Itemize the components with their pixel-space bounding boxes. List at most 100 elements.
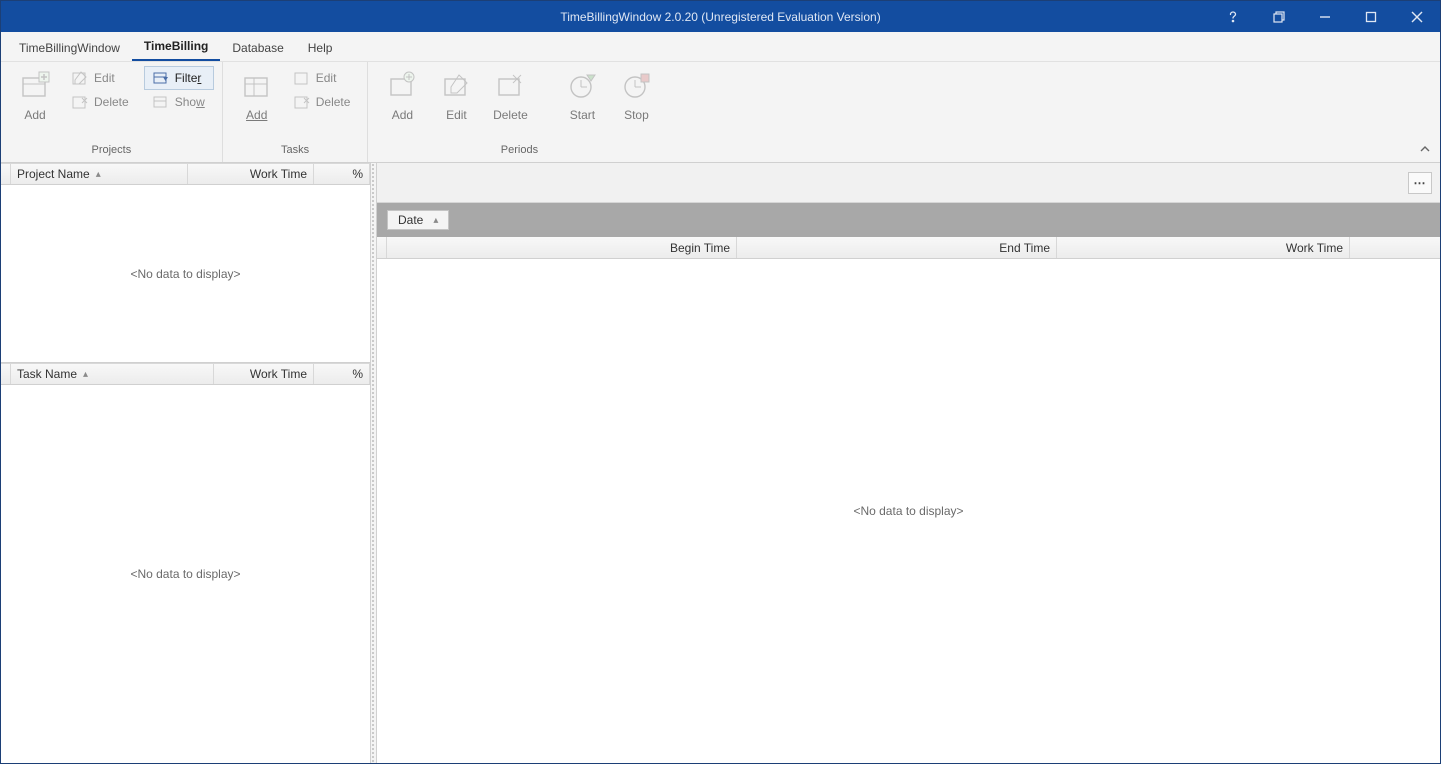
- close-button[interactable]: [1394, 1, 1440, 32]
- start-icon: [566, 70, 598, 102]
- group-chip-date[interactable]: Date ▴: [387, 210, 449, 230]
- periods-stop-label: Stop: [624, 108, 649, 122]
- tasks-add-button[interactable]: Add: [231, 66, 283, 138]
- projects-grid-header: Project Name ▴ Work Time %: [1, 163, 370, 185]
- projects-show-label: Show: [175, 95, 205, 109]
- periods-delete-button[interactable]: Delete: [484, 66, 536, 138]
- tasks-delete-button[interactable]: Delete: [285, 90, 360, 114]
- maximize-button[interactable]: [1348, 1, 1394, 32]
- projects-delete-button[interactable]: Delete: [63, 90, 138, 114]
- stop-icon: [620, 70, 652, 102]
- periods-start-button[interactable]: Start: [556, 66, 608, 138]
- tasks-grid-header: Task Name ▴ Work Time %: [1, 363, 370, 385]
- menu-help[interactable]: Help: [296, 35, 345, 61]
- tasks-add-label: Add: [246, 108, 267, 122]
- periods-edit-button[interactable]: Edit: [430, 66, 482, 138]
- group-chip-label: Date: [398, 213, 423, 227]
- tasks-delete-label: Delete: [316, 95, 351, 109]
- periods-add-button[interactable]: Add: [376, 66, 428, 138]
- sort-asc-icon: ▴: [83, 369, 88, 380]
- add-period-icon: [386, 70, 418, 102]
- projects-empty-text: <No data to display>: [130, 267, 240, 281]
- col-begin-time-label: Begin Time: [670, 241, 730, 255]
- tasks-empty-text: <No data to display>: [130, 567, 240, 581]
- col-project-percent-label: %: [352, 167, 363, 181]
- projects-edit-button[interactable]: Edit: [63, 66, 138, 90]
- ribbon-group-tasks: Add Edit Delete Tasks: [223, 62, 369, 162]
- content-area: Project Name ▴ Work Time % <No data to d…: [1, 163, 1440, 763]
- periods-start-label: Start: [570, 108, 595, 122]
- col-project-name[interactable]: Project Name ▴: [11, 164, 188, 184]
- col-project-worktime[interactable]: Work Time: [188, 164, 314, 184]
- edit-icon: [72, 70, 88, 86]
- col-task-percent[interactable]: %: [314, 364, 370, 384]
- menu-timebilling[interactable]: TimeBilling: [132, 33, 220, 61]
- periods-edit-label: Edit: [446, 108, 467, 122]
- ribbon-group-projects: Add Edit Delete: [1, 62, 223, 162]
- menu-bar: TimeBillingWindow TimeBilling Database H…: [1, 32, 1440, 62]
- projects-edit-label: Edit: [94, 71, 115, 85]
- group-by-band[interactable]: Date ▴: [377, 203, 1440, 237]
- help-button[interactable]: [1210, 1, 1256, 32]
- sort-asc-icon: ▴: [433, 215, 438, 226]
- projects-filter-button[interactable]: Filter: [144, 66, 214, 90]
- tasks-grid-body[interactable]: <No data to display>: [1, 385, 370, 763]
- periods-empty-text: <No data to display>: [853, 504, 963, 518]
- col-end-time[interactable]: End Time: [737, 237, 1057, 258]
- menu-database[interactable]: Database: [220, 35, 295, 61]
- ribbon-group-tasks-title: Tasks: [231, 142, 360, 160]
- delete-icon: [72, 94, 88, 110]
- periods-stop-button[interactable]: Stop: [610, 66, 662, 138]
- add-task-icon: [241, 70, 273, 102]
- periods-grid-header: Begin Time End Time Work Time: [377, 237, 1440, 259]
- add-project-icon: [19, 70, 51, 102]
- projects-show-button[interactable]: Show: [144, 90, 214, 114]
- row-indicator-header: [1, 164, 11, 184]
- col-task-percent-label: %: [352, 367, 363, 381]
- col-task-name[interactable]: Task Name ▴: [11, 364, 214, 384]
- left-pane: Project Name ▴ Work Time % <No data to d…: [1, 163, 371, 763]
- col-spacer: [1350, 237, 1440, 258]
- delete-icon: [294, 94, 310, 110]
- edit-icon: [294, 70, 310, 86]
- col-project-worktime-label: Work Time: [250, 167, 307, 181]
- periods-delete-label: Delete: [493, 108, 528, 122]
- col-end-time-label: End Time: [999, 241, 1050, 255]
- col-task-worktime-label: Work Time: [250, 367, 307, 381]
- menu-timebillingwindow[interactable]: TimeBillingWindow: [7, 35, 132, 61]
- row-indicator-header: [377, 237, 387, 258]
- ribbon-group-periods-title: Periods: [376, 142, 662, 160]
- ribbon-group-periods: Add Edit Delete Start: [368, 62, 670, 162]
- tasks-grid: Task Name ▴ Work Time % <No data to disp…: [1, 363, 370, 763]
- col-task-name-label: Task Name: [17, 367, 77, 381]
- sort-asc-icon: ▴: [96, 169, 101, 180]
- projects-grid-body[interactable]: <No data to display>: [1, 185, 370, 362]
- filter-icon: [153, 70, 169, 86]
- projects-delete-label: Delete: [94, 95, 129, 109]
- tasks-edit-button[interactable]: Edit: [285, 66, 360, 90]
- projects-filter-label: Filter: [175, 71, 202, 85]
- edit-period-icon: [440, 70, 472, 102]
- show-icon: [153, 94, 169, 110]
- col-begin-time[interactable]: Begin Time: [387, 237, 737, 258]
- delete-period-icon: [494, 70, 526, 102]
- col-project-name-label: Project Name: [17, 167, 90, 181]
- projects-add-button[interactable]: Add: [9, 66, 61, 138]
- col-period-worktime[interactable]: Work Time: [1057, 237, 1350, 258]
- minimize-button[interactable]: [1302, 1, 1348, 32]
- title-bar: TimeBillingWindow 2.0.20 (Unregistered E…: [1, 1, 1440, 32]
- ribbon-collapse-button[interactable]: [1416, 140, 1434, 158]
- tasks-edit-label: Edit: [316, 71, 337, 85]
- more-options-button[interactable]: ⋯: [1408, 172, 1432, 194]
- col-project-percent[interactable]: %: [314, 164, 370, 184]
- ellipsis-icon: ⋯: [1414, 176, 1427, 190]
- row-indicator-header: [1, 364, 11, 384]
- periods-grid-body[interactable]: <No data to display>: [377, 259, 1440, 763]
- periods-add-label: Add: [392, 108, 413, 122]
- restore-window-button[interactable]: [1256, 1, 1302, 32]
- right-toolbar: ⋯: [377, 163, 1440, 203]
- window-controls: [1210, 1, 1440, 32]
- projects-add-label: Add: [24, 108, 45, 122]
- col-task-worktime[interactable]: Work Time: [214, 364, 314, 384]
- ribbon: Add Edit Delete: [1, 62, 1440, 163]
